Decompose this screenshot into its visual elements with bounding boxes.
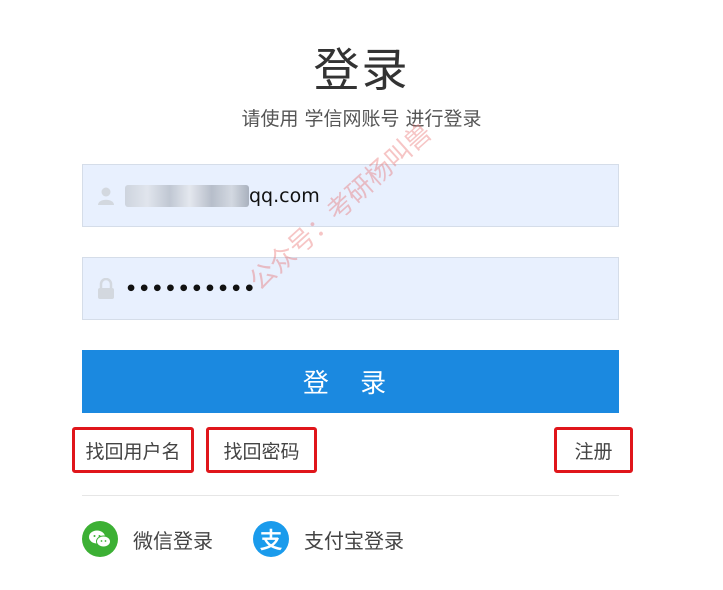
user-icon: [95, 184, 117, 208]
password-field[interactable]: ••••••••••: [82, 257, 619, 320]
page-title: 登录: [313, 43, 410, 97]
divider: [82, 495, 619, 496]
register-link[interactable]: 注册: [554, 427, 633, 473]
password-value: ••••••••••: [125, 277, 257, 300]
username-field[interactable]: qq.com: [82, 164, 619, 227]
alipay-login-button[interactable]: 支 支付宝登录: [253, 521, 404, 557]
login-button[interactable]: 登 录: [82, 350, 619, 413]
page-subtitle: 请使用 学信网账号 进行登录: [241, 108, 482, 130]
alipay-login-label: 支付宝登录: [304, 528, 404, 553]
forgot-username-link[interactable]: 找回用户名: [72, 427, 194, 473]
wechat-login-button[interactable]: 微信登录: [82, 521, 213, 557]
redacted-username-blur: [125, 184, 249, 207]
username-suffix: qq.com: [249, 184, 320, 207]
wechat-login-label: 微信登录: [133, 528, 213, 553]
forgot-password-link[interactable]: 找回密码: [206, 427, 317, 473]
lock-icon: [95, 277, 117, 301]
wechat-icon: [82, 521, 118, 557]
alipay-icon: 支: [253, 521, 289, 557]
username-value: qq.com: [125, 184, 320, 207]
